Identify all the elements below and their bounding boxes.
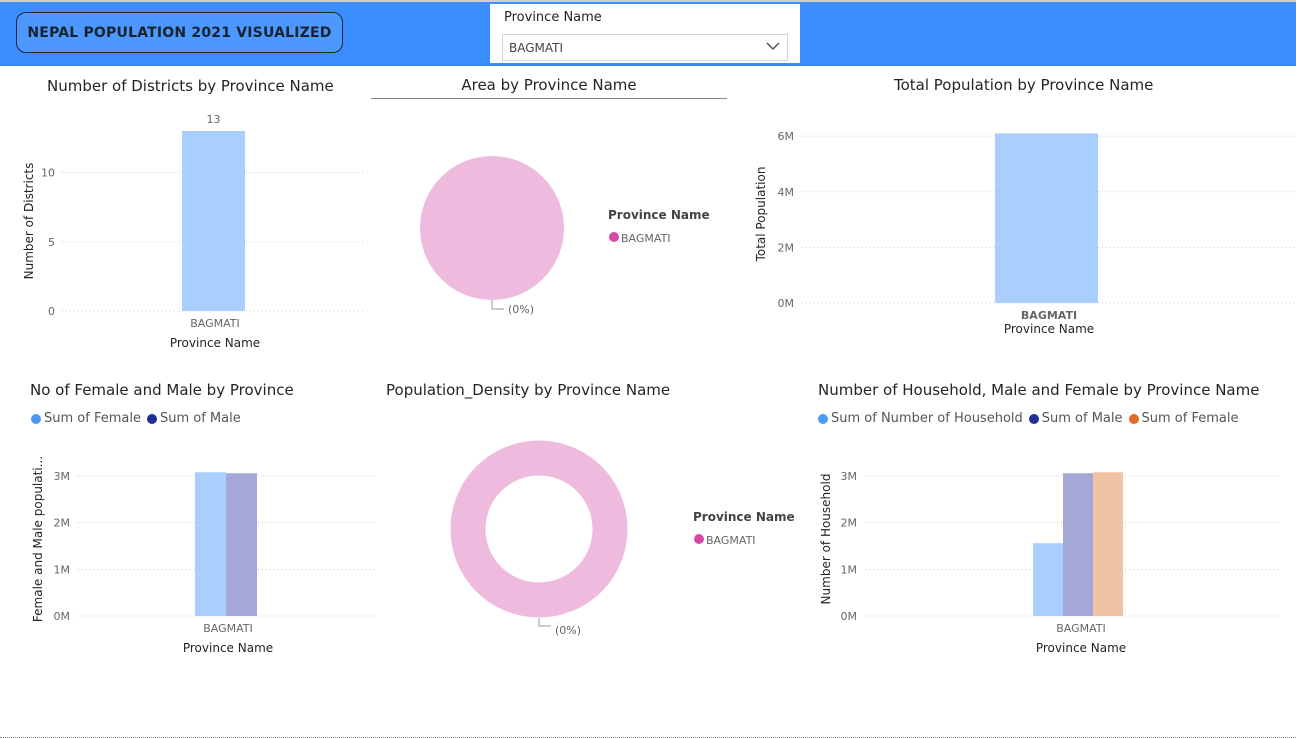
y-tick-label: 0 <box>48 305 55 318</box>
legend-item-male[interactable]: Sum of Male <box>146 411 241 426</box>
slice-leader-line <box>538 618 551 627</box>
slicer-selected-value: BAGMATI <box>509 41 564 55</box>
gender-chart-title: No of Female and Male by Province <box>30 381 294 399</box>
population-chart-title: Total Population by Province Name <box>894 76 1154 94</box>
legend-dot-icon <box>1128 413 1139 424</box>
household-chart-title: Number of Household, Male and Female by … <box>818 381 1260 399</box>
household-bar-chart: 0M 1M 2M 3M BAGMATI Province Name Number of Ho… <box>819 470 1280 655</box>
dashboard-title-button[interactable]: NEPAL POPULATION 2021 VISUALIZED <box>16 12 343 53</box>
legend-dot-icon <box>694 534 704 544</box>
legend-label: BAGMATI <box>706 534 756 547</box>
chevron-down-icon[interactable] <box>765 40 781 52</box>
y-tick-label: 4M <box>778 186 795 199</box>
y-tick-label: 2M <box>841 517 858 530</box>
bar <box>226 473 257 616</box>
y-tick-label: 10 <box>41 167 55 180</box>
slicer-label: Province Name <box>504 10 602 25</box>
province-slicer: Province Name BAGMATI <box>490 4 800 63</box>
y-axis-title: Number of Districts <box>22 163 36 280</box>
legend-item-household[interactable]: Sum of Number of Household <box>818 411 1023 426</box>
x-tick-label: BAGMATI <box>1021 309 1077 322</box>
y-tick-label: 6M <box>778 130 795 143</box>
gender-legend: Sum of Female Sum of Male <box>31 411 247 426</box>
x-tick-label: BAGMATI <box>190 317 240 330</box>
legend-dot-icon <box>1028 413 1039 424</box>
y-tick-label: 0M <box>54 610 71 623</box>
legend-label: Sum of Male <box>1041 411 1123 426</box>
header-top-border <box>0 0 1296 2</box>
legend-dot-icon <box>31 413 41 424</box>
y-tick-label: 0M <box>778 297 795 310</box>
legend-title: Province Name <box>608 208 710 222</box>
legend-dot-icon <box>818 413 828 424</box>
household-legend: Sum of Number of Household Sum of Male S… <box>818 411 1244 426</box>
density-donut-chart: (0%) Province Name BAGMATI <box>450 440 795 637</box>
bar <box>182 131 245 311</box>
y-tick-label: 5 <box>48 236 55 249</box>
y-axis-title: Total Population <box>754 167 768 263</box>
area-pie-chart: (0%) Province Name BAGMATI <box>420 156 710 316</box>
bar <box>195 472 226 616</box>
density-chart-title: Population_Density by Province Name <box>386 381 671 399</box>
province-dropdown[interactable]: BAGMATI <box>502 34 788 61</box>
x-axis-title: Province Name <box>170 336 260 350</box>
x-axis-title: Province Name <box>1036 641 1126 655</box>
y-tick-label: 1M <box>841 563 858 576</box>
legend-label: Sum of Female <box>44 411 141 426</box>
page-bottom-border <box>0 737 1296 738</box>
legend-item-female[interactable]: Sum of Female <box>31 411 141 426</box>
legend-label: BAGMATI <box>621 232 671 245</box>
y-tick-label: 0M <box>841 610 858 623</box>
y-tick-label: 1M <box>54 563 71 576</box>
y-tick-label: 3M <box>841 470 858 483</box>
bar <box>1063 473 1093 616</box>
legend-title: Province Name <box>693 510 795 524</box>
bar <box>1093 472 1123 616</box>
districts-bar-chart: 0 5 10 13 BAGMATI Province Name Number of Dist… <box>22 113 365 350</box>
x-tick-label: BAGMATI <box>203 622 253 635</box>
x-tick-label: BAGMATI <box>1056 622 1106 635</box>
legend-label: Sum of Female <box>1141 411 1239 426</box>
y-axis-title: Female and Male populati... <box>31 456 45 622</box>
y-tick-label: 3M <box>54 470 71 483</box>
legend-dot-icon <box>146 413 157 424</box>
population-bar-chart: 0M 2M 4M 6M BAGMATIProvince Name Total Popula… <box>754 130 1296 336</box>
x-axis-title: Province Name <box>1004 322 1094 336</box>
slice-label: (0%) <box>508 303 534 316</box>
data-label: 13 <box>207 113 221 126</box>
y-tick-label: 2M <box>778 241 795 254</box>
slice-label: (0%) <box>555 624 581 637</box>
bar <box>995 133 1098 303</box>
legend-label: Sum of Number of Household <box>831 411 1023 426</box>
bar <box>1033 543 1063 616</box>
gender-bar-chart: 0M 1M 2M 3M BAGMATI Province Name Female and M… <box>31 456 375 655</box>
districts-chart-title: Number of Districts by Province Name <box>47 77 334 95</box>
legend-label: Sum of Male <box>159 411 241 426</box>
donut-slice <box>450 440 628 618</box>
area-chart-title: Area by Province Name <box>371 76 727 99</box>
y-tick-label: 2M <box>54 517 71 530</box>
legend-item-male[interactable]: Sum of Male <box>1028 411 1123 426</box>
pie-slice <box>420 156 564 300</box>
x-axis-title: Province Name <box>183 641 273 655</box>
y-axis-title: Number of Household <box>819 474 833 605</box>
slice-leader-line <box>491 300 504 310</box>
legend-item-female[interactable]: Sum of Female <box>1128 411 1239 426</box>
legend-dot-icon <box>609 232 619 242</box>
